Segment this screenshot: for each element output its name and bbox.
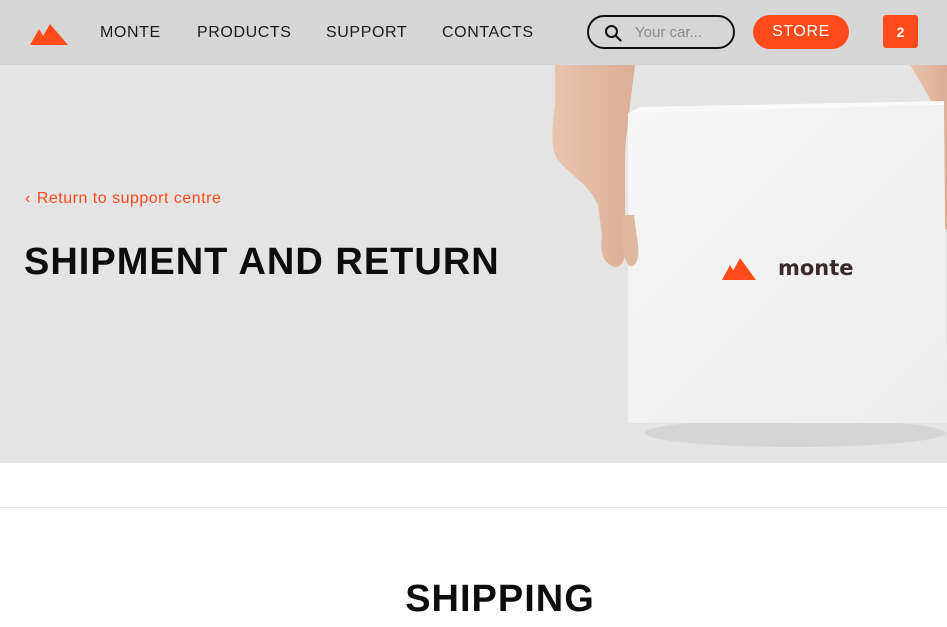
nav-contacts[interactable]: CONTACTS — [442, 24, 534, 42]
hands-holding-box-image: monte — [552, 65, 947, 447]
nav-support[interactable]: SUPPORT — [326, 24, 407, 42]
chevron-left-icon: ‹ — [25, 190, 31, 207]
monte-logo-icon[interactable] — [30, 21, 68, 45]
shipping-section-title: SHIPPING — [405, 578, 595, 620]
store-button[interactable]: STORE — [753, 15, 849, 49]
cart-count-badge[interactable]: 2 — [883, 15, 918, 48]
search-input[interactable] — [635, 21, 725, 43]
top-navigation-bar: MONTE PRODUCTS SUPPORT CONTACTS STORE 2 — [0, 0, 947, 65]
search-icon[interactable] — [604, 24, 622, 42]
nav-monte[interactable]: MONTE — [100, 24, 161, 42]
hero-banner: monte ‹ Return to support centre SHIPMEN… — [0, 65, 947, 463]
search-box[interactable] — [587, 15, 735, 49]
page-title: SHIPMENT AND RETURN — [24, 241, 500, 283]
box-brand-text: monte — [778, 256, 854, 280]
back-link-label: Return to support centre — [36, 190, 222, 207]
return-to-support-link[interactable]: ‹ Return to support centre — [25, 190, 221, 208]
section-divider — [0, 507, 947, 508]
nav-products[interactable]: PRODUCTS — [197, 24, 292, 42]
